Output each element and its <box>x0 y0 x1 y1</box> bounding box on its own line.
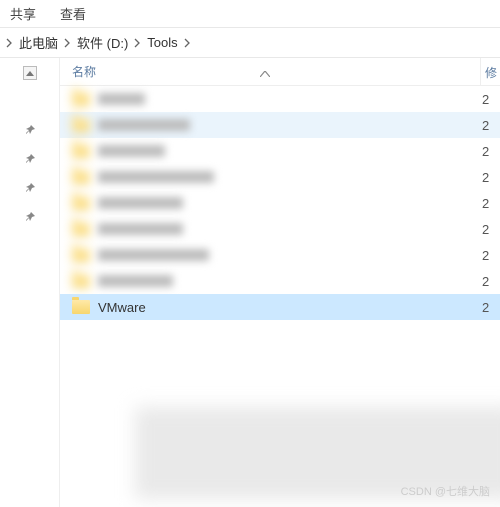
tab-share[interactable]: 共享 <box>10 4 36 23</box>
folder-icon <box>72 300 90 314</box>
table-row[interactable]: 2 <box>60 86 500 112</box>
sort-indicator-icon <box>260 66 270 80</box>
tab-view[interactable]: 查看 <box>60 4 86 23</box>
row-date: 2 <box>482 222 500 237</box>
chevron-right-icon[interactable] <box>184 38 191 48</box>
row-date: 2 <box>482 248 500 263</box>
breadcrumb-item[interactable]: 软件 (D:) <box>71 31 134 54</box>
table-row[interactable]: 2 <box>60 190 500 216</box>
folder-icon <box>72 144 90 158</box>
row-date: 2 <box>482 300 500 315</box>
folder-icon <box>72 274 90 288</box>
blurred-label <box>98 171 214 183</box>
breadcrumb-item[interactable]: Tools <box>141 33 183 52</box>
chevron-right-icon[interactable] <box>134 38 141 48</box>
breadcrumb-item[interactable]: 此电脑 <box>13 31 64 54</box>
watermark: CSDN @七维大脑 <box>401 483 490 499</box>
folder-icon <box>72 196 90 210</box>
table-row[interactable]: 2 <box>60 164 500 190</box>
chevron-right-icon[interactable] <box>64 38 71 48</box>
table-row[interactable]: 2 <box>60 112 500 138</box>
row-date: 2 <box>482 274 500 289</box>
nav-pane[interactable] <box>0 58 60 507</box>
table-row[interactable]: 2 <box>60 138 500 164</box>
folder-icon <box>72 118 90 132</box>
row-date: 2 <box>482 118 500 133</box>
pin-icon[interactable] <box>24 153 36 168</box>
blurred-label <box>98 93 145 105</box>
column-headers[interactable]: 名称 修 <box>60 58 500 86</box>
file-list: 名称 修 2 2 2 2 2 2 2 2 VMware 2 CSDN @七维大脑 <box>60 58 500 507</box>
pin-icon[interactable] <box>24 124 36 139</box>
blurred-label <box>98 223 183 235</box>
row-label: VMware <box>98 300 146 315</box>
pin-icon[interactable] <box>24 211 36 226</box>
table-row[interactable]: 2 <box>60 268 500 294</box>
table-row[interactable]: 2 <box>60 216 500 242</box>
table-row[interactable]: 2 <box>60 242 500 268</box>
ribbon-tabs: 共享 查看 <box>0 0 500 28</box>
blurred-label <box>98 249 209 261</box>
column-modified[interactable]: 修 <box>480 58 500 86</box>
row-date: 2 <box>482 144 500 159</box>
folder-icon <box>72 92 90 106</box>
row-date: 2 <box>482 170 500 185</box>
blurred-label <box>98 197 183 209</box>
scroll-up-button[interactable] <box>23 66 37 80</box>
row-date: 2 <box>482 196 500 211</box>
pin-icon[interactable] <box>24 182 36 197</box>
folder-icon <box>72 248 90 262</box>
blurred-label <box>98 145 165 157</box>
breadcrumb[interactable]: 此电脑 软件 (D:) Tools <box>0 28 500 58</box>
blurred-label <box>98 275 173 287</box>
folder-icon <box>72 170 90 184</box>
row-date: 2 <box>482 92 500 107</box>
folder-icon <box>72 222 90 236</box>
table-row[interactable]: VMware 2 <box>60 294 500 320</box>
blurred-label <box>98 119 190 131</box>
chevron-right-icon[interactable] <box>6 38 13 48</box>
